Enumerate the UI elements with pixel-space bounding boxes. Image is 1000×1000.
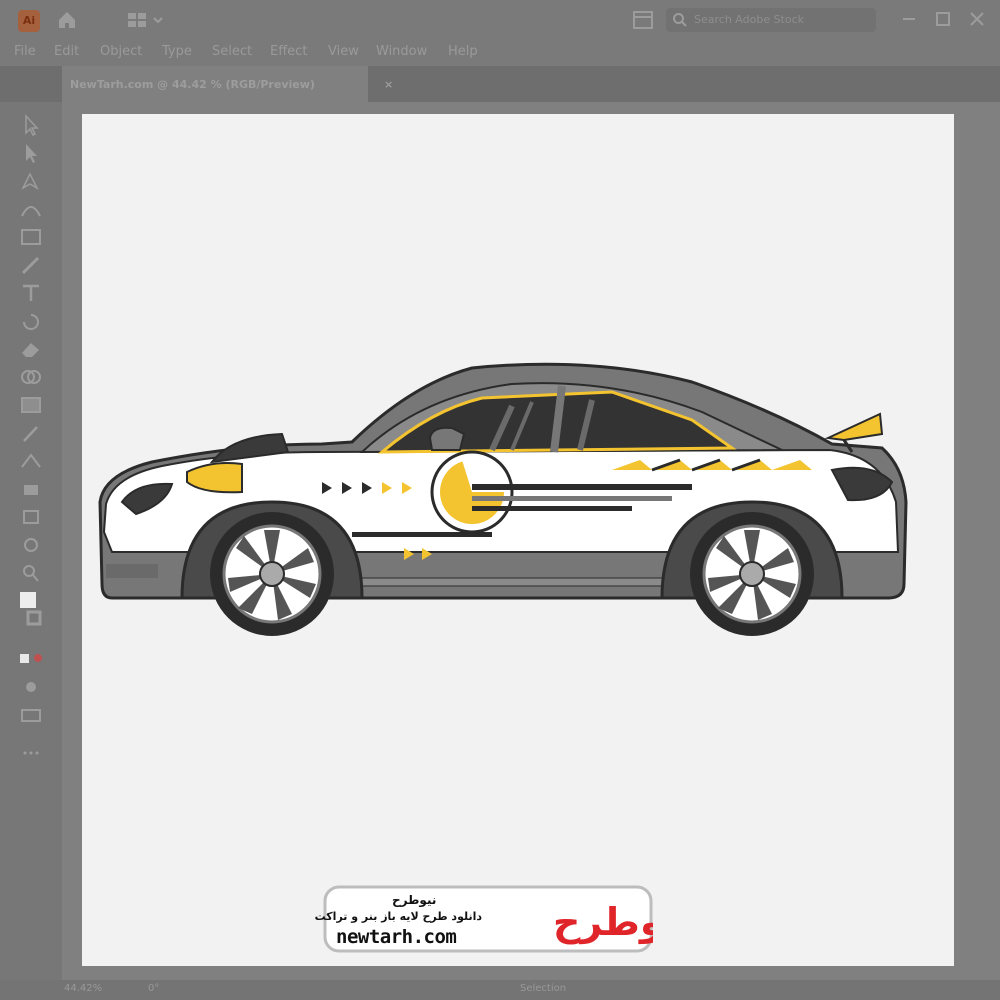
eyedropper-tool-icon[interactable] xyxy=(18,422,44,444)
menu-file[interactable]: File xyxy=(14,44,36,59)
watermark-brand: نیوطرح xyxy=(392,893,437,907)
blend-tool-icon[interactable] xyxy=(18,450,44,472)
drawing-mode-icon[interactable] xyxy=(18,676,44,698)
app-logo-text: Ai xyxy=(22,14,36,27)
panel-icon[interactable] xyxy=(632,10,654,30)
layout-icon[interactable] xyxy=(126,10,166,30)
screen-mode-icon[interactable] xyxy=(18,704,44,726)
zoom-level[interactable]: 44.42% xyxy=(64,983,102,994)
color-mode-icon[interactable] xyxy=(18,648,44,670)
document-tab-title: NewTarh.com @ 44.42 % (RGB/Preview) xyxy=(70,78,315,91)
status-bar: 44.42% 0° Selection xyxy=(0,980,1000,1000)
zoom-tool-icon[interactable] xyxy=(18,562,44,584)
menu-window[interactable]: Window xyxy=(376,44,427,59)
brush-tool-icon[interactable] xyxy=(18,254,44,276)
watermark-logo-text: نیوطرح xyxy=(553,900,653,944)
search-placeholder: Search Adobe Stock xyxy=(694,13,805,26)
menu-object[interactable]: Object xyxy=(100,44,142,59)
minimize-icon[interactable] xyxy=(896,6,922,32)
pen-tool-icon[interactable] xyxy=(18,170,44,192)
menu-edit[interactable]: Edit xyxy=(54,44,79,59)
car-illustration xyxy=(98,362,908,636)
rectangle-tool-icon[interactable] xyxy=(18,226,44,248)
shape-builder-tool-icon[interactable] xyxy=(18,366,44,388)
front-wheel xyxy=(210,512,334,636)
direct-selection-tool-icon[interactable] xyxy=(18,142,44,164)
menu-help[interactable]: Help xyxy=(448,44,478,59)
gradient-tool-icon[interactable] xyxy=(18,394,44,416)
status-mode: Selection xyxy=(520,983,567,994)
rotate-tool-icon[interactable] xyxy=(18,310,44,332)
title-bar: Ai Search Adobe Stock xyxy=(0,0,1000,40)
home-icon[interactable] xyxy=(56,9,78,31)
artboard-tool-icon[interactable] xyxy=(18,506,44,528)
menu-view[interactable]: View xyxy=(328,44,359,59)
eraser-tool-icon[interactable] xyxy=(18,338,44,360)
watermark-url: newtarh.com xyxy=(336,926,457,948)
app-logo: Ai xyxy=(18,10,40,32)
document-tab-bar: NewTarh.com @ 44.42 % (RGB/Preview) × xyxy=(0,66,1000,102)
menu-effect[interactable]: Effect xyxy=(270,44,307,59)
type-tool-icon[interactable] xyxy=(18,282,44,304)
selection-tool-icon[interactable] xyxy=(18,114,44,136)
tools-panel xyxy=(0,102,62,980)
close-icon[interactable] xyxy=(964,6,990,32)
watermark-tagline: دانلود طرح لایه باز بنر و تراکت xyxy=(314,910,482,923)
search-input[interactable]: Search Adobe Stock xyxy=(666,8,876,32)
menu-type[interactable]: Type xyxy=(162,44,192,59)
fill-stroke-swatch[interactable] xyxy=(18,590,44,632)
rotation-value[interactable]: 0° xyxy=(148,983,159,994)
hand-tool-icon[interactable] xyxy=(18,534,44,556)
search-icon xyxy=(673,13,687,27)
document-tab[interactable]: NewTarh.com @ 44.42 % (RGB/Preview) × xyxy=(62,66,393,102)
maximize-icon[interactable] xyxy=(930,6,956,32)
tab-close-button[interactable]: × xyxy=(384,78,393,91)
menu-bar: File Edit Object Type Select Effect View… xyxy=(0,40,1000,66)
curvature-tool-icon[interactable] xyxy=(18,198,44,220)
menu-select[interactable]: Select xyxy=(212,44,252,59)
rear-wheel xyxy=(690,512,814,636)
symbol-sprayer-tool-icon[interactable] xyxy=(18,478,44,500)
more-tools-icon[interactable] xyxy=(18,742,44,764)
